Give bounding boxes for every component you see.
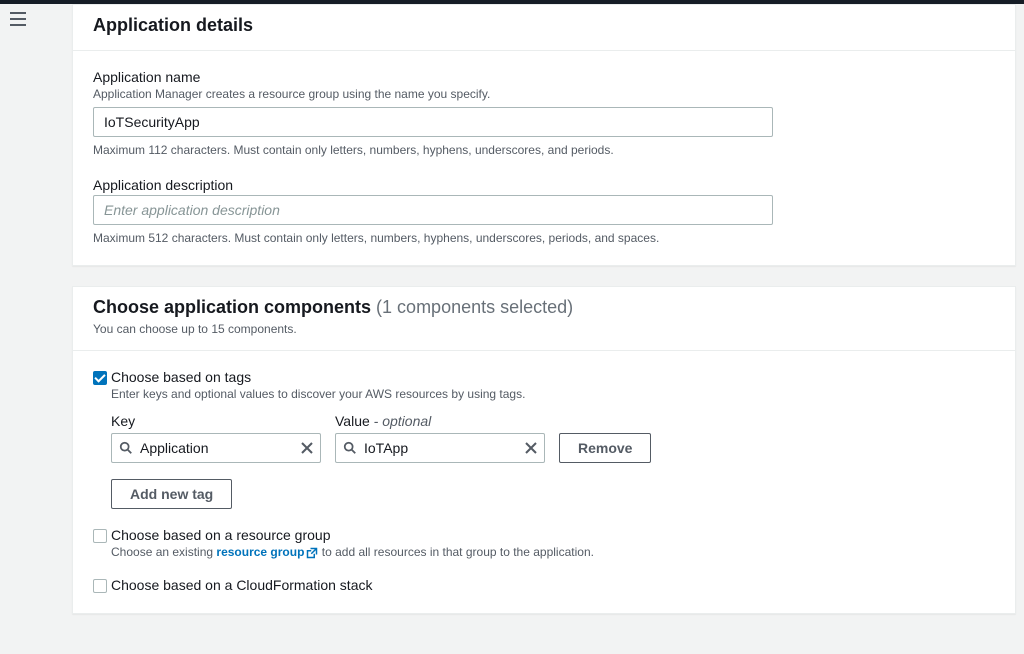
application-description-input[interactable] — [93, 195, 773, 225]
application-name-constraint: Maximum 112 characters. Must contain onl… — [93, 143, 995, 157]
external-link-icon — [306, 547, 318, 559]
main-content: Application details Application name App… — [40, 4, 1024, 654]
choose-components-card: Choose application components (1 compone… — [72, 286, 1016, 614]
tags-help: Enter keys and optional values to discov… — [111, 387, 995, 401]
tag-key-label: Key — [111, 413, 321, 429]
card-body: Choose based on tags Enter keys and opti… — [73, 351, 1015, 613]
tag-value-input-wrap — [335, 433, 545, 463]
cfn-option: Choose based on a CloudFormation stack — [93, 577, 995, 593]
tag-value-label-text: Value — [335, 413, 370, 429]
tag-row: Key — [111, 413, 995, 463]
card-header: Choose application components (1 compone… — [73, 287, 1015, 351]
tags-checkbox[interactable] — [93, 371, 107, 385]
tag-key-input-wrap — [111, 433, 321, 463]
application-name-input[interactable] — [93, 107, 773, 137]
cfn-checkbox[interactable] — [93, 579, 107, 593]
tag-value-column: Value - optional — [335, 413, 545, 463]
tags-checkbox-label: Choose based on tags — [111, 369, 251, 385]
resource-group-checkbox-row: Choose based on a resource group — [93, 527, 995, 543]
tag-key-column: Key — [111, 413, 321, 463]
application-description-label: Application description — [93, 177, 995, 193]
hamburger-menu-button[interactable] — [10, 12, 26, 26]
hamburger-icon — [10, 12, 26, 26]
clear-icon[interactable] — [525, 442, 537, 454]
components-subtitle: You can choose up to 15 components. — [93, 322, 995, 336]
card-body: Application name Application Manager cre… — [73, 51, 1015, 265]
card-title: Choose application components (1 compone… — [93, 297, 995, 318]
application-name-label: Application name — [93, 69, 995, 85]
tag-value-label: Value - optional — [335, 413, 545, 429]
tag-value-optional: - optional — [370, 413, 431, 429]
tag-key-input[interactable] — [111, 433, 321, 463]
card-title: Application details — [93, 15, 995, 36]
application-description-group: Application description Maximum 512 char… — [93, 177, 995, 245]
components-title-text: Choose application components — [93, 297, 371, 317]
resource-group-help-prefix: Choose an existing — [111, 545, 216, 559]
resource-group-help: Choose an existing resource group to add… — [111, 545, 995, 559]
application-name-help: Application Manager creates a resource g… — [93, 87, 995, 101]
remove-tag-button[interactable]: Remove — [559, 433, 651, 463]
add-new-tag-button[interactable]: Add new tag — [111, 479, 232, 509]
application-name-group: Application name Application Manager cre… — [93, 69, 995, 157]
resource-group-option: Choose based on a resource group Choose … — [93, 527, 995, 559]
application-description-constraint: Maximum 512 characters. Must contain onl… — [93, 231, 995, 245]
tags-option: Choose based on tags Enter keys and opti… — [93, 369, 995, 509]
resource-group-link[interactable]: resource group — [216, 545, 318, 559]
tags-checkbox-row: Choose based on tags — [93, 369, 995, 385]
cfn-checkbox-label: Choose based on a CloudFormation stack — [111, 577, 372, 593]
resource-group-help-suffix: to add all resources in that group to th… — [318, 545, 594, 559]
application-details-card: Application details Application name App… — [72, 4, 1016, 266]
components-selected-count: (1 components selected) — [376, 297, 573, 317]
cfn-checkbox-row: Choose based on a CloudFormation stack — [93, 577, 995, 593]
resource-group-checkbox[interactable] — [93, 529, 107, 543]
clear-icon[interactable] — [301, 442, 313, 454]
tag-remove-column: Remove — [559, 413, 651, 463]
tag-value-input[interactable] — [335, 433, 545, 463]
resource-group-checkbox-label: Choose based on a resource group — [111, 527, 330, 543]
card-header: Application details — [73, 5, 1015, 51]
tag-section: Key — [111, 413, 995, 509]
